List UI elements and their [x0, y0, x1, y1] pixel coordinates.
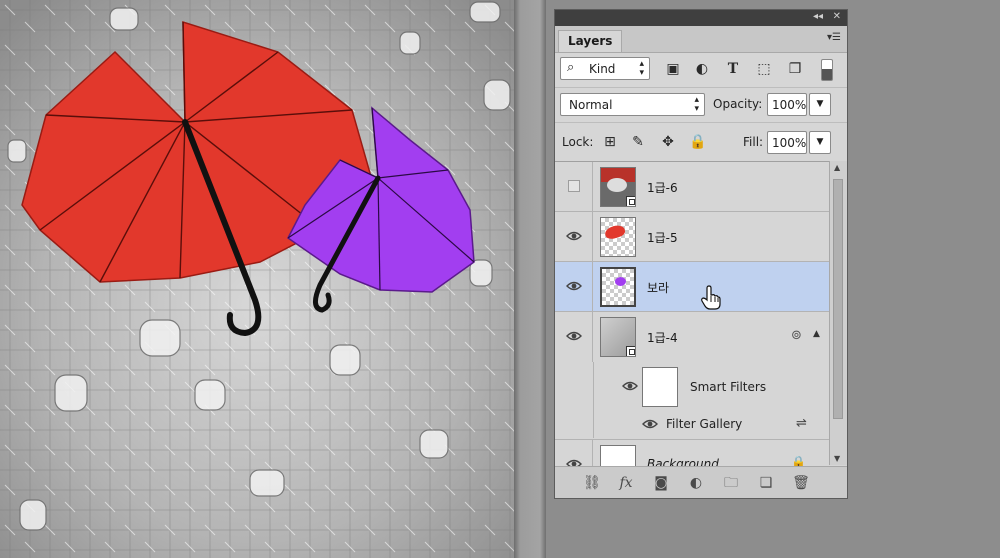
opacity-input[interactable]: 100%: [767, 93, 807, 116]
blend-mode-label: Normal: [569, 98, 613, 112]
smart-filter-mask-thumbnail[interactable]: [642, 367, 678, 407]
layer-row[interactable]: 1급-4 ⊚ ▲ Smart Filters Filter Gallery ⇌: [555, 312, 829, 440]
layer-name[interactable]: Background: [647, 457, 719, 466]
visibility-cell[interactable]: [555, 162, 593, 211]
layer-name[interactable]: 1급-4: [647, 329, 678, 346]
close-panel-icon[interactable]: ✕: [833, 11, 841, 22]
layer-thumbnail: [600, 217, 636, 257]
filter-kind-label: Kind: [589, 62, 616, 76]
layers-list: 1급-6 1급-5 보라 1급-4 ⊚ ▲ Smart Filters Filt…: [555, 161, 829, 466]
smart-object-badge-icon: [626, 196, 635, 206]
new-adjustment-layer-icon[interactable]: ◐: [685, 473, 707, 493]
panel-menu-icon[interactable]: ▾☰: [827, 32, 841, 43]
layer-name[interactable]: 보라: [647, 279, 669, 296]
visibility-off-box[interactable]: [568, 180, 580, 192]
layers-panel: ◂◂ ✕ Layers ▾☰ ⌕ Kind ▴ ▾ ▣ ◐ T ⬚ ❐ Norma…: [554, 9, 848, 499]
scroll-up-icon[interactable]: ▲: [834, 163, 840, 172]
eye-icon[interactable]: [622, 379, 638, 393]
fill-label: Fill:: [743, 135, 764, 149]
filter-toggle-switch[interactable]: [821, 59, 833, 81]
new-group-icon[interactable]: 🗀: [720, 473, 742, 493]
smart-filter-indicator-icon[interactable]: ⊚: [791, 328, 802, 343]
fill-dropdown-button[interactable]: ▼: [809, 131, 831, 154]
layer-thumbnail: [600, 317, 636, 357]
updown-icon: ▴ ▾: [639, 59, 644, 78]
layer-thumbnail: [600, 167, 636, 207]
layer-style-icon[interactable]: fx: [615, 473, 637, 493]
search-icon: ⌕: [567, 60, 575, 75]
layers-bottom-toolbar: ⛓ fx ◙ ◐ 🗀 ❏ 🗑: [555, 466, 847, 498]
fill-value: 100%: [772, 136, 807, 150]
panel-titlebar: ◂◂ ✕: [555, 10, 847, 26]
pixel-filter-icon[interactable]: ▣: [662, 58, 684, 80]
layer-row[interactable]: 1급-5: [555, 212, 829, 262]
filter-row: ⌕ Kind ▴ ▾ ▣ ◐ T ⬚ ❐: [555, 53, 847, 85]
layer-row[interactable]: Background 🔒: [555, 440, 829, 466]
eye-icon[interactable]: [566, 329, 582, 343]
layer-row[interactable]: 1급-6: [555, 162, 829, 212]
opacity-value: 100%: [772, 98, 807, 112]
smart-object-filter-icon[interactable]: ❐: [784, 58, 806, 80]
tab-layers[interactable]: Layers: [558, 30, 623, 52]
smart-object-badge-icon: [626, 346, 635, 356]
delete-layer-icon[interactable]: 🗑: [790, 473, 812, 493]
lock-row: Lock: ⊞ ✎ ✥ 🔒 Fill: 100% ▼: [555, 122, 847, 161]
new-layer-icon[interactable]: ❏: [755, 473, 777, 493]
filter-kind-select[interactable]: ⌕ Kind ▴ ▾: [560, 57, 650, 80]
blend-mode-select[interactable]: Normal ▴ ▾: [560, 93, 705, 116]
lock-position-icon[interactable]: ✥: [657, 131, 679, 153]
opacity-label: Opacity:: [713, 97, 763, 111]
lock-label: Lock:: [562, 135, 594, 149]
type-filter-icon[interactable]: T: [722, 58, 744, 80]
layers-scrollbar[interactable]: ▲ ▼: [829, 161, 847, 465]
filter-gallery-label: Filter Gallery: [666, 417, 743, 431]
collapse-effects-icon[interactable]: ▲: [813, 329, 820, 339]
fill-input[interactable]: 100%: [767, 131, 807, 154]
add-mask-icon[interactable]: ◙: [650, 473, 672, 493]
hand-cursor-icon: [701, 285, 721, 310]
filter-gallery-row[interactable]: Filter Gallery ⇌: [593, 410, 829, 438]
opacity-dropdown-button[interactable]: ▼: [809, 93, 831, 116]
visibility-cell[interactable]: [555, 440, 593, 466]
link-layers-icon[interactable]: ⛓: [581, 473, 603, 493]
layer-thumbnail: [600, 267, 636, 307]
eye-icon[interactable]: [642, 417, 658, 431]
eye-icon[interactable]: [566, 229, 582, 243]
visibility-cell[interactable]: [555, 212, 593, 261]
panel-tab-row: Layers ▾☰: [555, 26, 847, 53]
canvas-scroll-divider: [514, 0, 546, 558]
lock-icon: 🔒: [791, 455, 806, 466]
smart-filters-row[interactable]: Smart Filters: [593, 362, 829, 410]
lock-image-pixels-icon[interactable]: ✎: [627, 131, 649, 153]
smart-filters-label: Smart Filters: [690, 380, 767, 394]
document-canvas[interactable]: [0, 0, 514, 558]
layer-name[interactable]: 1급-5: [647, 229, 678, 246]
canvas-image: [0, 0, 514, 558]
scrollbar-thumb[interactable]: [833, 179, 843, 419]
layer-thumbnail: [600, 445, 636, 466]
eye-icon[interactable]: [566, 279, 582, 293]
eye-icon[interactable]: [566, 457, 582, 466]
blend-row: Normal ▴ ▾ Opacity: 100% ▼: [555, 87, 847, 122]
layer-name[interactable]: 1급-6: [647, 179, 678, 196]
shape-filter-icon[interactable]: ⬚: [753, 58, 775, 80]
collapse-panel-icon[interactable]: ◂◂: [813, 11, 823, 22]
scroll-down-icon[interactable]: ▼: [834, 454, 840, 463]
lock-transparent-pixels-icon[interactable]: ⊞: [599, 131, 621, 153]
layer-row-selected[interactable]: 보라: [555, 262, 829, 312]
blending-options-icon[interactable]: ⇌: [796, 416, 807, 431]
visibility-cell[interactable]: [555, 262, 593, 311]
adjustment-filter-icon[interactable]: ◐: [691, 58, 713, 80]
updown-icon: ▴ ▾: [694, 95, 699, 114]
visibility-cell[interactable]: [555, 312, 593, 362]
lock-all-icon[interactable]: 🔒: [687, 131, 709, 153]
